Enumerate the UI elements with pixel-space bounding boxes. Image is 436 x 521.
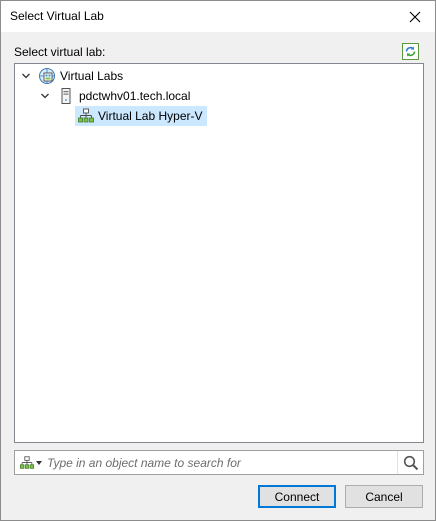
server-icon [57,87,75,105]
selected-item-highlight[interactable]: Virtual Lab Hyper-V [75,106,207,126]
refresh-icon [402,43,419,60]
search-type-dropdown[interactable] [15,451,45,474]
virtual-lab-tree[interactable]: Virtual Labs pdctwhv01.tech.local Virtua… [14,63,424,443]
title-bar: Select Virtual Lab [1,1,435,32]
tree-node-label: Virtual Labs [60,69,124,83]
tree-node-virtual-labs[interactable]: Virtual Labs [20,66,123,86]
search-box [14,450,424,475]
tree-node-virtual-lab-hyper-v[interactable]: Virtual Lab Hyper-V [75,106,207,126]
virtual-labs-icon [38,67,56,85]
cancel-button[interactable]: Cancel [345,485,423,508]
tree-node-label: pdctwhv01.tech.local [79,89,191,103]
close-icon [409,11,421,22]
select-virtual-lab-label: Select virtual lab: [14,45,106,59]
select-virtual-lab-dialog: Select Virtual Lab Select virtual lab: V… [0,0,436,521]
virtual-lab-network-icon [77,107,95,125]
chevron-down-icon [22,73,30,79]
chevron-down-icon [41,93,49,99]
tree-node-label: Virtual Lab Hyper-V [98,109,203,123]
virtual-lab-network-icon [19,455,34,469]
search-input[interactable] [45,451,397,474]
search-icon [403,455,418,470]
dropdown-arrow-icon [35,460,42,465]
search-button[interactable] [397,451,423,474]
tree-expand-toggle[interactable] [39,90,51,102]
dialog-title: Select Virtual Lab [10,9,104,23]
tree-expand-toggle[interactable] [20,70,32,82]
refresh-button[interactable] [402,43,419,60]
connect-button[interactable]: Connect [258,485,336,508]
close-button[interactable] [395,1,435,32]
tree-node-host[interactable]: pdctwhv01.tech.local [39,86,190,106]
